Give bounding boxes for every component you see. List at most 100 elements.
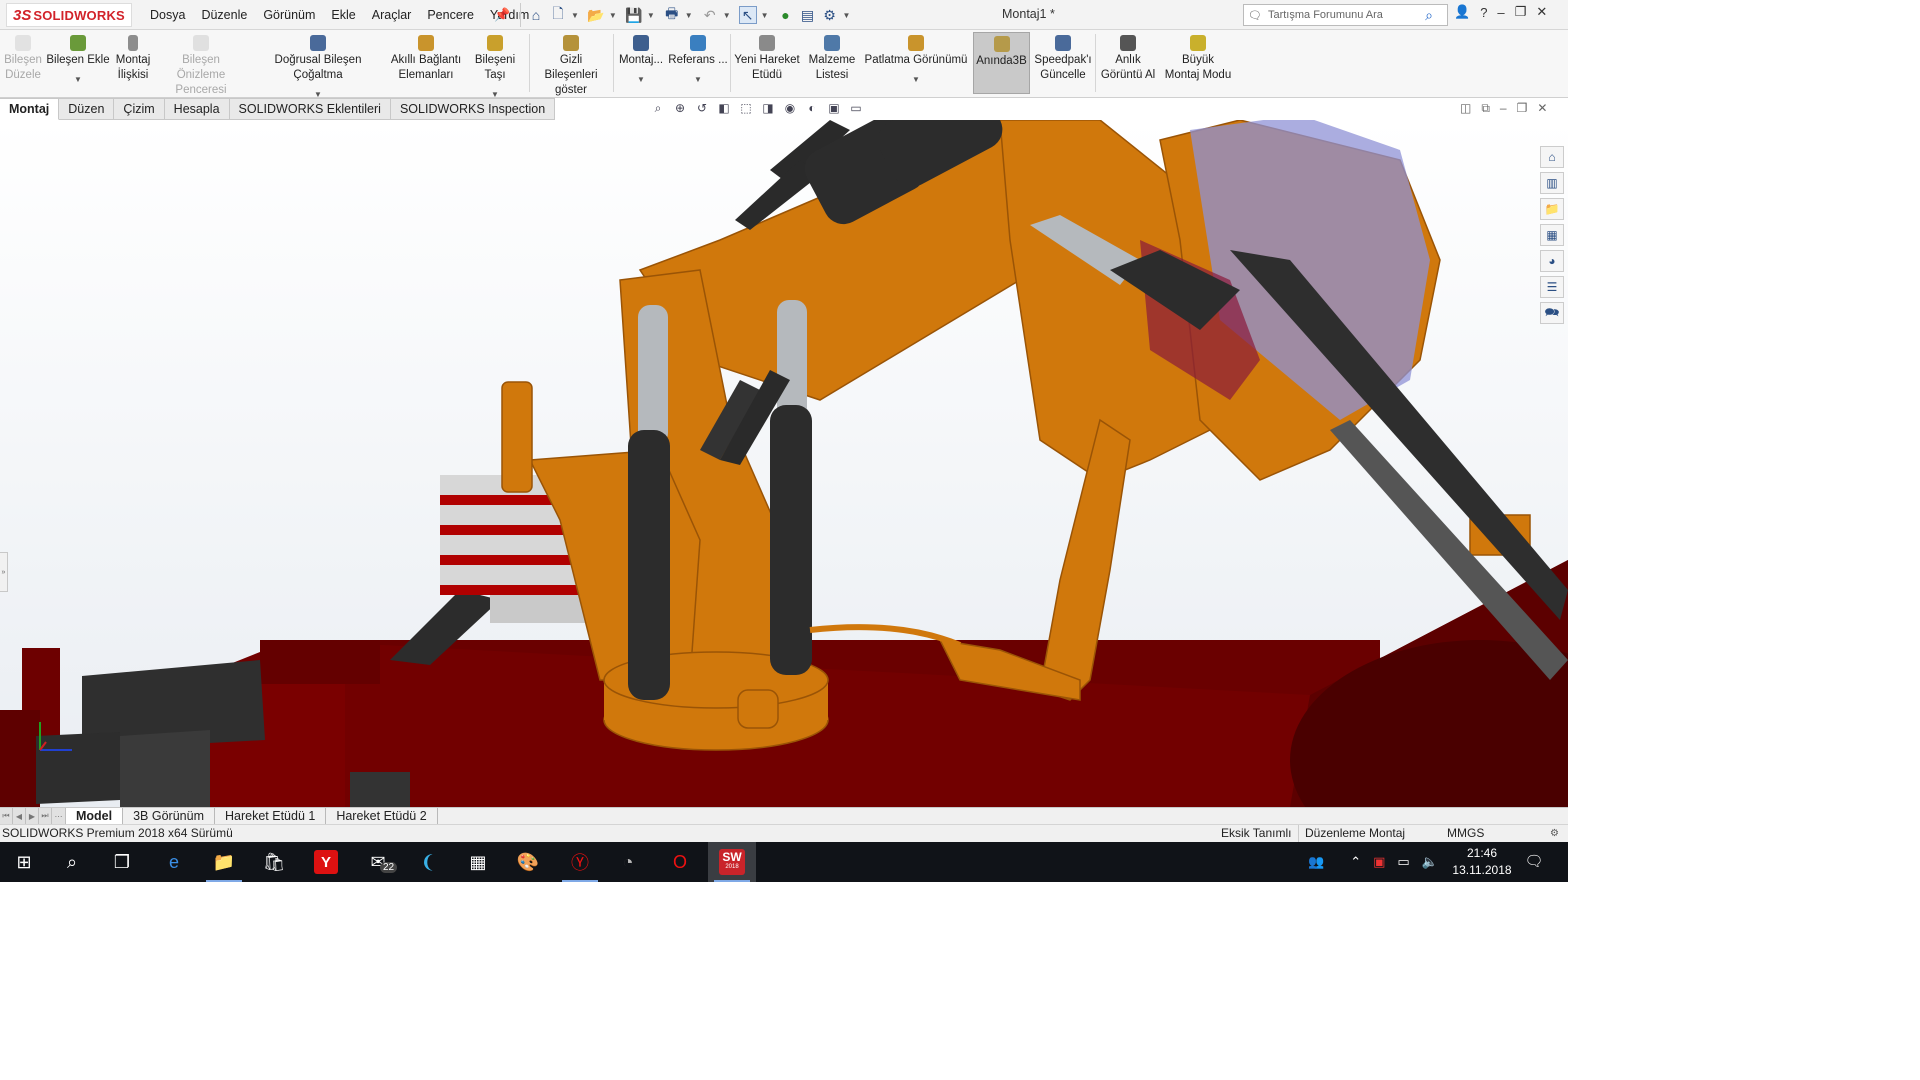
chevron-down-icon[interactable]: ▼ xyxy=(843,11,851,20)
file-explorer-icon[interactable]: 📁 xyxy=(200,842,248,882)
menu-pencere[interactable]: Pencere xyxy=(419,8,482,22)
smart-fasteners-button[interactable]: Akıllı Bağlantı Elemanları xyxy=(390,32,462,94)
menu-duzenle[interactable]: Düzenle xyxy=(193,8,255,22)
select-cursor-icon[interactable]: ↖ xyxy=(738,6,757,24)
help-icon[interactable]: ? xyxy=(1480,5,1487,20)
first-tab-icon[interactable]: ⏮ xyxy=(0,808,13,824)
search-box[interactable]: 🗨 Tartışma Forumunu Ara ⌕ xyxy=(1243,4,1448,26)
chevron-down-icon[interactable]: ▼ xyxy=(668,76,728,84)
edit-appearance-icon[interactable]: ◐ xyxy=(804,100,820,116)
view-settings-icon[interactable]: ▭ xyxy=(848,100,864,116)
curved-app-icon[interactable]: ❨ xyxy=(404,842,452,882)
zoom-to-area-icon[interactable]: ⊕ xyxy=(672,100,688,116)
prev-tab-icon[interactable]: ◀ xyxy=(13,808,26,824)
viewport-restore-icon[interactable]: ❐ xyxy=(1517,101,1528,116)
menu-gorunum[interactable]: Görünüm xyxy=(255,8,323,22)
tab-3b-gorunum[interactable]: 3B Görünüm xyxy=(123,808,215,824)
view-palette-icon[interactable]: ▦ xyxy=(1540,224,1564,246)
section-view-icon[interactable]: ◧ xyxy=(716,100,732,116)
reference-geometry-button[interactable]: Referans ... ▼ xyxy=(668,32,728,94)
move-component-button[interactable]: Bileşeni Taşı ▼ xyxy=(464,32,526,99)
tab-solidworks-eklentileri[interactable]: SOLIDWORKS Eklentileri xyxy=(229,98,391,120)
opera-icon[interactable]: O xyxy=(656,842,704,882)
exploded-view-button[interactable]: Patlatma Görünümü ▼ xyxy=(862,32,970,94)
store-icon[interactable]: 🛍 xyxy=(250,842,298,882)
viewport-float-icon[interactable]: ⧉ xyxy=(1481,101,1490,116)
print-icon[interactable]: 🖶 xyxy=(663,5,681,24)
viewport-minimize-icon[interactable]: – xyxy=(1500,101,1507,116)
restore-icon[interactable]: ❐ xyxy=(1515,4,1527,20)
unit-system-selector[interactable]: MMGS xyxy=(1447,825,1484,842)
feature-manager-toggle-handle[interactable]: » xyxy=(0,552,8,592)
chevron-down-icon[interactable]: ▼ xyxy=(723,11,731,20)
chevron-up-icon[interactable]: ⌃ xyxy=(1350,854,1361,870)
action-center-icon[interactable]: 🗨 xyxy=(1524,852,1544,872)
chevron-down-icon[interactable]: ▼ xyxy=(616,76,666,84)
status-options-icon[interactable]: ⚙ xyxy=(1550,825,1559,842)
yandex-icon[interactable]: Y xyxy=(314,850,338,874)
tab-montaj[interactable]: Montaj xyxy=(0,98,60,120)
zoom-to-fit-icon[interactable]: ⌕ xyxy=(650,100,666,116)
battery-icon[interactable]: ▭ xyxy=(1397,854,1409,870)
design-library-icon[interactable]: ▥ xyxy=(1540,172,1564,194)
update-speedpak-button[interactable]: Speedpak'ı Güncelle xyxy=(1033,32,1093,94)
tab-hesapla[interactable]: Hesapla xyxy=(164,98,230,120)
assembly-model-render[interactable] xyxy=(0,120,1568,807)
tab-cizim[interactable]: Çizim xyxy=(114,98,165,120)
tab-hareket-etudu-2[interactable]: Hareket Etüdü 2 xyxy=(326,808,438,824)
mail-icon[interactable]: ✉ 22 xyxy=(354,842,402,882)
bill-of-materials-button[interactable]: Malzeme Listesi xyxy=(805,32,859,94)
instant3d-button[interactable]: Anında3B xyxy=(973,32,1030,94)
volume-icon[interactable]: 🔈 xyxy=(1422,854,1438,870)
paint-icon[interactable]: 🎨 xyxy=(504,842,552,882)
user-icon[interactable]: 👤 xyxy=(1454,4,1470,20)
take-snapshot-button[interactable]: Anlık Görüntü Al xyxy=(1098,32,1158,94)
solidworks-taskbar-icon[interactable]: SW 2018 xyxy=(708,842,756,882)
file-properties-icon[interactable]: ▤ xyxy=(799,6,817,24)
forum-icon[interactable]: 🗪 xyxy=(1540,302,1564,324)
menu-ekle[interactable]: Ekle xyxy=(323,8,363,22)
hide-show-items-icon[interactable]: ◉ xyxy=(782,100,798,116)
chevron-down-icon[interactable]: ▼ xyxy=(609,11,617,20)
search-icon[interactable]: ⌕ xyxy=(48,842,96,882)
new-motion-study-button[interactable]: Yeni Hareket Etüdü xyxy=(733,32,801,94)
chevron-down-icon[interactable]: ▼ xyxy=(862,76,970,84)
search-icon[interactable]: ⌕ xyxy=(1425,7,1433,24)
linear-pattern-button[interactable]: Doğrusal Bileşen Çoğaltma ▼ xyxy=(249,32,387,99)
open-folder-icon[interactable]: 📂 xyxy=(587,6,605,24)
close-icon[interactable]: ✕ xyxy=(1536,4,1547,20)
previous-view-icon[interactable]: ↺ xyxy=(694,100,710,116)
mate-button[interactable]: Montaj İlişkisi xyxy=(113,32,153,94)
display-style-icon[interactable]: ◨ xyxy=(760,100,776,116)
tab-hareket-etudu-1[interactable]: Hareket Etüdü 1 xyxy=(215,808,327,824)
tab-solidworks-inspection[interactable]: SOLIDWORKS Inspection xyxy=(390,98,556,120)
menu-araclar[interactable]: Araçlar xyxy=(364,8,420,22)
minimize-icon[interactable]: – xyxy=(1497,5,1504,20)
tab-model[interactable]: Model xyxy=(66,808,124,824)
home-icon[interactable]: ⌂ xyxy=(527,6,545,24)
chevron-down-icon[interactable]: ▼ xyxy=(685,11,693,20)
pin-menu-icon[interactable]: 📌 xyxy=(494,7,510,23)
windows-start-icon[interactable]: ⊞ xyxy=(0,842,48,882)
show-hidden-components-button[interactable]: Gizli Bileşenleri göster xyxy=(532,32,610,96)
system-clock[interactable]: 21:46 13.11.2018 xyxy=(1452,845,1512,879)
edit-component-button[interactable]: Bileşen Düzele xyxy=(2,32,44,94)
disk-app-icon[interactable]: ◔ xyxy=(604,842,652,882)
viewport-close-icon[interactable]: ✕ xyxy=(1537,101,1547,116)
traffic-light-icon[interactable]: ● xyxy=(777,6,795,24)
tab-scroll-icon[interactable]: ⋯ xyxy=(52,808,66,824)
save-icon[interactable]: 💾 xyxy=(625,6,643,24)
graphics-area[interactable]: » xyxy=(0,120,1568,807)
people-icon[interactable]: 👥 xyxy=(1308,854,1324,870)
insert-component-button[interactable]: Bileşen Ekle ▼ xyxy=(46,32,110,94)
custom-properties-icon[interactable]: ☰ xyxy=(1540,276,1564,298)
new-document-icon[interactable]: 🗋 xyxy=(549,5,567,24)
chevron-down-icon[interactable]: ▼ xyxy=(761,11,769,20)
solidworks-logo[interactable]: 3S SOLIDWORKS xyxy=(6,3,132,27)
antivirus-icon[interactable]: ▣ xyxy=(1373,854,1385,870)
undo-icon[interactable]: ↶ xyxy=(701,6,719,24)
menu-dosya[interactable]: Dosya xyxy=(142,8,193,22)
options-gear-icon[interactable]: ⚙ xyxy=(821,6,839,24)
last-tab-icon[interactable]: ⏭ xyxy=(39,808,52,824)
chevron-down-icon[interactable]: ▼ xyxy=(647,11,655,20)
